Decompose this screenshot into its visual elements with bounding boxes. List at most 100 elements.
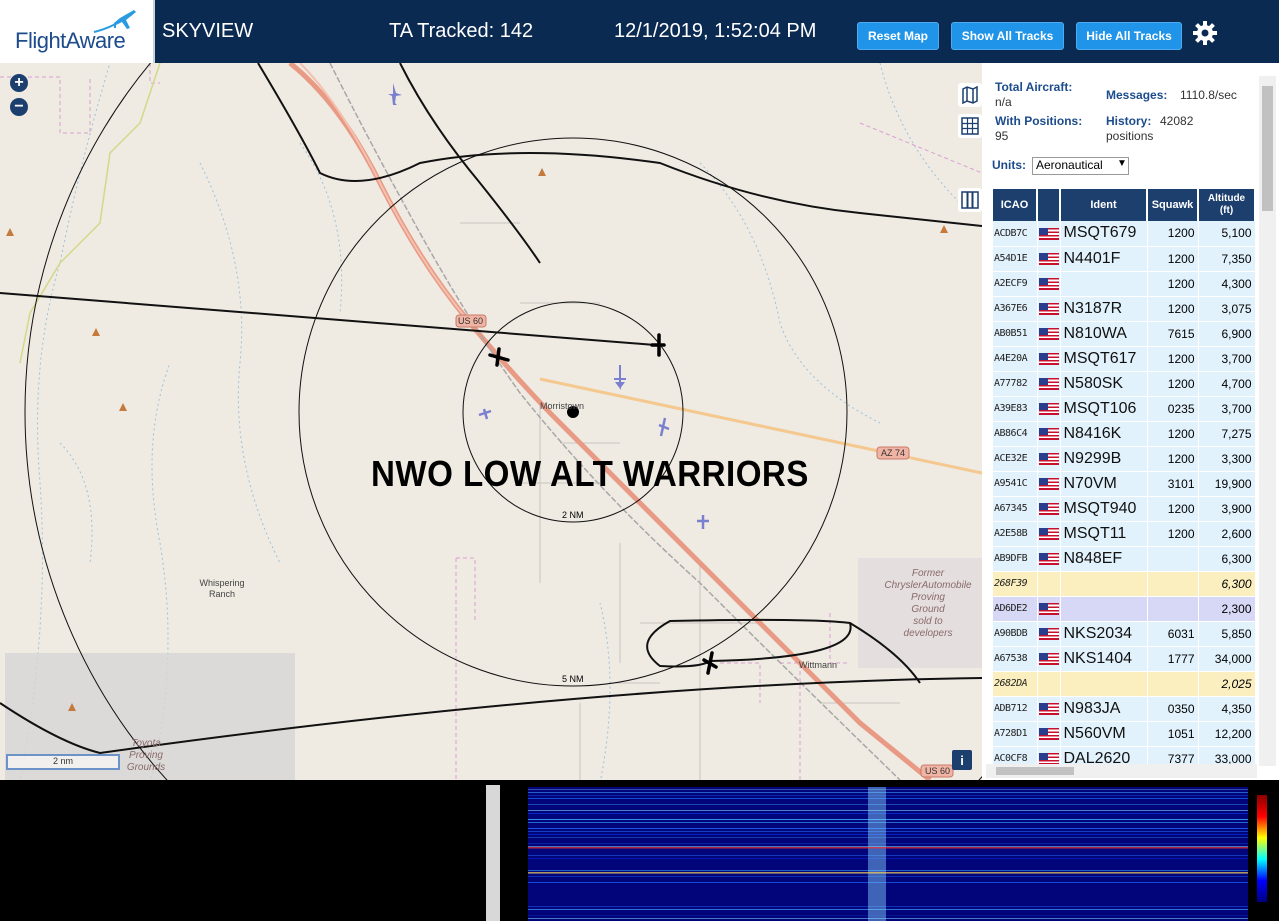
- table-row[interactable]: ADB712 N983JA 0350 4,350: [993, 696, 1256, 722]
- cell-icao: A67538: [993, 646, 1038, 672]
- toggle-sidebar-button[interactable]: [958, 188, 982, 212]
- table-row[interactable]: AB0B51 N810WA7615 6,900 ▼: [993, 321, 1258, 347]
- total-aircraft-label: Total Aircraft:: [995, 80, 1073, 94]
- zoom-in-button[interactable]: +: [10, 74, 28, 92]
- cell-altitude: 2,300 ▼: [1198, 596, 1258, 622]
- show-all-tracks-button[interactable]: Show All Tracks: [951, 22, 1064, 50]
- cell-icao: A39E83: [993, 396, 1038, 422]
- cell-altitude: 6,900 ▼: [1198, 321, 1258, 347]
- altitude-value: 12,200: [1214, 726, 1252, 741]
- place-label-whispering-ranch: Whispering Ranch: [199, 578, 245, 599]
- map-view[interactable]: US 60 AZ 74 US 60 Morristown Wittmann Wh…: [0, 63, 982, 780]
- altitude-value: 7,275: [1221, 426, 1252, 441]
- map-layers-button[interactable]: [958, 83, 982, 107]
- us-flag-icon: [1038, 278, 1059, 291]
- table-row[interactable]: A4E20A MSQT617 1200 3,700: [993, 346, 1256, 372]
- cell-altitude: 4,700 ▲: [1198, 371, 1258, 397]
- map-icon: [962, 86, 978, 104]
- table-row[interactable]: A67538 NKS1404 1777 34,000: [993, 646, 1256, 672]
- table-row[interactable]: ACDB7C MSQT6791200 5,100 ▼: [993, 221, 1258, 247]
- col-ident[interactable]: Ident: [1060, 189, 1148, 221]
- cell-icao: 268F39: [993, 571, 1038, 597]
- climb-arrow-icon: ▲: [1256, 377, 1258, 389]
- toyota-line: Toyota: [131, 738, 161, 749]
- table-row[interactable]: 2682DA 2,025: [993, 671, 1256, 697]
- cell-icao: A77782: [993, 371, 1038, 397]
- gear-icon[interactable]: [1192, 20, 1218, 46]
- table-row[interactable]: A728D1 N560VM1051 12,200 ▼: [993, 721, 1258, 747]
- cell-altitude: 6,300: [1198, 571, 1256, 597]
- cell-ident: NKS1404: [1060, 646, 1148, 672]
- cell-ident: MSQT106: [1060, 396, 1148, 422]
- zoom-out-button[interactable]: −: [10, 98, 28, 116]
- cell-squawk: [1147, 596, 1199, 622]
- cell-altitude: 6,300: [1198, 546, 1256, 572]
- table-row[interactable]: AB86C4 N8416K 1200 7,275: [993, 421, 1256, 447]
- hide-all-tracks-button[interactable]: Hide All Tracks: [1076, 22, 1182, 50]
- road-label-az74: AZ 74: [881, 448, 906, 458]
- us-flag-icon: [1038, 728, 1059, 741]
- cell-ident: N848EF: [1060, 546, 1148, 572]
- info-button[interactable]: i: [952, 750, 972, 770]
- table-row[interactable]: 268F39 6,300: [993, 571, 1256, 597]
- cell-squawk: 1200: [1147, 296, 1199, 322]
- cell-icao: ADB712: [993, 696, 1038, 722]
- cell-squawk: 0235: [1147, 396, 1199, 422]
- cell-flag: [1037, 496, 1061, 522]
- cell-flag: [1037, 521, 1061, 547]
- altitude-value: 7,350: [1221, 251, 1252, 266]
- cell-altitude: 2,025: [1198, 671, 1256, 697]
- table-row[interactable]: A9541C N70VM3101 19,900 ▲: [993, 471, 1258, 497]
- table-row[interactable]: A54D1E N4401F 1200 7,350: [993, 246, 1256, 272]
- table-row[interactable]: A2E58B MSQT111200 2,600 ▼: [993, 521, 1258, 547]
- cell-altitude: 3,300: [1198, 446, 1256, 472]
- table-row[interactable]: AD6DE2 2,300 ▼: [993, 596, 1258, 622]
- cell-ident: [1060, 671, 1148, 697]
- aircraft-table-container[interactable]: ICAO Ident Squawk Altitude (ft) ACDB7C MS…: [993, 189, 1258, 764]
- chrysler-line: Proving: [911, 592, 945, 603]
- cell-altitude: 3,700: [1198, 396, 1256, 422]
- us-flag-icon: [1038, 253, 1059, 266]
- map-canvas[interactable]: [0, 63, 982, 780]
- climb-arrow-icon: ▲: [1256, 477, 1258, 489]
- table-row[interactable]: A39E83 MSQT106 0235 3,700: [993, 396, 1256, 422]
- table-row[interactable]: A90BDB NKS2034 6031 5,850: [993, 621, 1256, 647]
- vertical-scroll-thumb[interactable]: [1262, 86, 1273, 211]
- us-flag-icon: [1038, 403, 1059, 416]
- us-flag-icon: [1038, 303, 1059, 316]
- cell-altitude: 34,000: [1198, 646, 1256, 672]
- units-select[interactable]: Aeronautical: [1032, 157, 1129, 175]
- cell-icao: ACDB7C: [993, 221, 1038, 247]
- table-row[interactable]: A67345 MSQT940 1200 3,900: [993, 496, 1256, 522]
- flightaware-logo[interactable]: FlightAware: [0, 0, 155, 63]
- table-row[interactable]: A77782 N580SK1200 4,700 ▲: [993, 371, 1258, 397]
- cell-ident: DAL2620: [1060, 746, 1148, 764]
- cell-flag: [1037, 421, 1061, 447]
- cell-flag: [1037, 221, 1061, 247]
- col-squawk[interactable]: Squawk: [1147, 189, 1199, 221]
- reset-map-button[interactable]: Reset Map: [857, 22, 939, 50]
- cell-icao: AC0CF8: [993, 746, 1038, 764]
- table-row[interactable]: AC0CF8 DAL2620 7377 33,000: [993, 746, 1256, 764]
- cell-flag: [1037, 346, 1061, 372]
- map-grid-button[interactable]: [958, 114, 982, 138]
- col-flag[interactable]: [1037, 189, 1061, 221]
- cell-flag: [1037, 746, 1061, 764]
- table-row[interactable]: ACE32E N9299B 1200 3,300: [993, 446, 1256, 472]
- col-altitude[interactable]: Altitude (ft): [1198, 189, 1256, 221]
- horizontal-scroll-thumb[interactable]: [996, 767, 1074, 775]
- chevron-down-icon: ▼: [1117, 158, 1127, 169]
- us-flag-icon: [1038, 528, 1059, 541]
- cell-icao: AB0B51: [993, 321, 1038, 347]
- altitude-value: 2,600: [1221, 526, 1252, 541]
- cell-flag: [1037, 246, 1061, 272]
- table-row[interactable]: AB9DFB N848EF 6,300: [993, 546, 1256, 572]
- waterfall-canvas: [528, 787, 1248, 921]
- altitude-value: 19,900: [1214, 476, 1252, 491]
- table-row[interactable]: A367E6 N3187R 1200 3,075: [993, 296, 1256, 322]
- col-icao[interactable]: ICAO: [993, 189, 1038, 221]
- toyota-line: Proving: [129, 750, 163, 761]
- cell-squawk: 7377: [1147, 746, 1199, 764]
- table-row[interactable]: A2ECF9 1200 4,300: [993, 271, 1256, 297]
- cell-ident: [1060, 596, 1148, 622]
